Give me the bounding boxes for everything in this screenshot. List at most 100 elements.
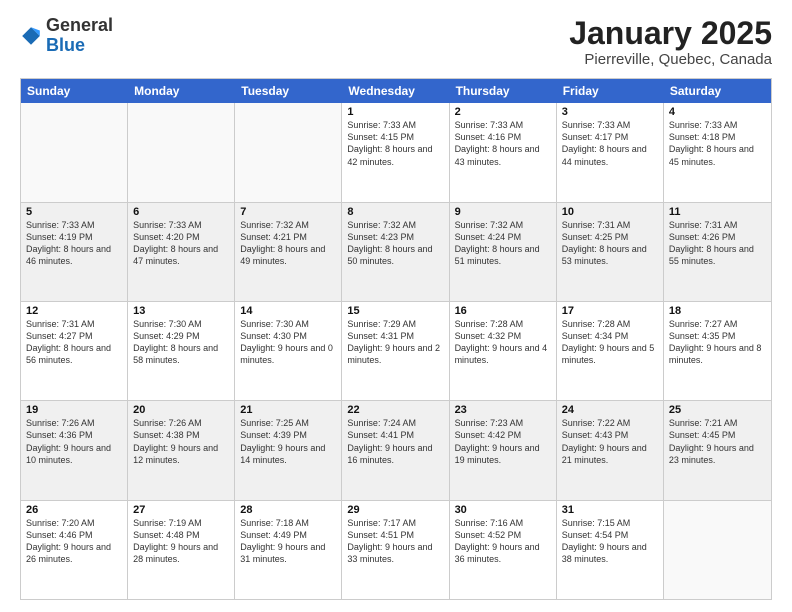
calendar-cell: 11Sunrise: 7:31 AM Sunset: 4:26 PM Dayli… [664,203,771,301]
calendar-row: 26Sunrise: 7:20 AM Sunset: 4:46 PM Dayli… [21,501,771,599]
day-number: 5 [26,206,122,218]
logo-blue: Blue [46,35,85,55]
day-number: 19 [26,404,122,416]
calendar-row: 19Sunrise: 7:26 AM Sunset: 4:36 PM Dayli… [21,401,771,500]
day-number: 25 [669,404,766,416]
day-number: 29 [347,504,443,516]
day-info: Sunrise: 7:31 AM Sunset: 4:27 PM Dayligh… [26,318,122,367]
day-info: Sunrise: 7:27 AM Sunset: 4:35 PM Dayligh… [669,318,766,367]
cal-header-cell: Sunday [21,79,128,103]
day-number: 16 [455,305,551,317]
day-info: Sunrise: 7:32 AM Sunset: 4:24 PM Dayligh… [455,219,551,268]
calendar-body: 1Sunrise: 7:33 AM Sunset: 4:15 PM Daylig… [21,103,771,599]
day-info: Sunrise: 7:23 AM Sunset: 4:42 PM Dayligh… [455,417,551,466]
calendar-cell: 3Sunrise: 7:33 AM Sunset: 4:17 PM Daylig… [557,103,664,201]
calendar-cell: 15Sunrise: 7:29 AM Sunset: 4:31 PM Dayli… [342,302,449,400]
page-subtitle: Pierreville, Quebec, Canada [569,51,772,68]
day-info: Sunrise: 7:28 AM Sunset: 4:34 PM Dayligh… [562,318,658,367]
calendar: SundayMondayTuesdayWednesdayThursdayFrid… [20,78,772,600]
day-info: Sunrise: 7:17 AM Sunset: 4:51 PM Dayligh… [347,517,443,566]
day-info: Sunrise: 7:31 AM Sunset: 4:26 PM Dayligh… [669,219,766,268]
page-title: January 2025 [569,16,772,51]
day-number: 23 [455,404,551,416]
day-number: 14 [240,305,336,317]
logo-general: General [46,15,113,35]
day-info: Sunrise: 7:33 AM Sunset: 4:16 PM Dayligh… [455,119,551,168]
day-number: 21 [240,404,336,416]
cal-header-cell: Monday [128,79,235,103]
calendar-row: 1Sunrise: 7:33 AM Sunset: 4:15 PM Daylig… [21,103,771,202]
day-number: 1 [347,106,443,118]
calendar-cell: 18Sunrise: 7:27 AM Sunset: 4:35 PM Dayli… [664,302,771,400]
page: General Blue January 2025 Pierreville, Q… [0,0,792,612]
day-number: 8 [347,206,443,218]
cal-header-cell: Saturday [664,79,771,103]
day-info: Sunrise: 7:33 AM Sunset: 4:20 PM Dayligh… [133,219,229,268]
day-number: 26 [26,504,122,516]
calendar-cell: 23Sunrise: 7:23 AM Sunset: 4:42 PM Dayli… [450,401,557,499]
day-number: 22 [347,404,443,416]
day-number: 6 [133,206,229,218]
calendar-cell: 1Sunrise: 7:33 AM Sunset: 4:15 PM Daylig… [342,103,449,201]
day-info: Sunrise: 7:32 AM Sunset: 4:23 PM Dayligh… [347,219,443,268]
day-info: Sunrise: 7:21 AM Sunset: 4:45 PM Dayligh… [669,417,766,466]
calendar-cell: 7Sunrise: 7:32 AM Sunset: 4:21 PM Daylig… [235,203,342,301]
calendar-cell [235,103,342,201]
day-number: 28 [240,504,336,516]
day-info: Sunrise: 7:16 AM Sunset: 4:52 PM Dayligh… [455,517,551,566]
calendar-cell: 8Sunrise: 7:32 AM Sunset: 4:23 PM Daylig… [342,203,449,301]
day-number: 9 [455,206,551,218]
day-info: Sunrise: 7:29 AM Sunset: 4:31 PM Dayligh… [347,318,443,367]
calendar-cell: 9Sunrise: 7:32 AM Sunset: 4:24 PM Daylig… [450,203,557,301]
calendar-row: 12Sunrise: 7:31 AM Sunset: 4:27 PM Dayli… [21,302,771,401]
day-info: Sunrise: 7:33 AM Sunset: 4:18 PM Dayligh… [669,119,766,168]
calendar-row: 5Sunrise: 7:33 AM Sunset: 4:19 PM Daylig… [21,203,771,302]
day-number: 2 [455,106,551,118]
calendar-cell [664,501,771,599]
calendar-cell: 21Sunrise: 7:25 AM Sunset: 4:39 PM Dayli… [235,401,342,499]
day-number: 10 [562,206,658,218]
calendar-cell: 26Sunrise: 7:20 AM Sunset: 4:46 PM Dayli… [21,501,128,599]
day-info: Sunrise: 7:28 AM Sunset: 4:32 PM Dayligh… [455,318,551,367]
calendar-cell: 20Sunrise: 7:26 AM Sunset: 4:38 PM Dayli… [128,401,235,499]
cal-header-cell: Friday [557,79,664,103]
day-info: Sunrise: 7:26 AM Sunset: 4:38 PM Dayligh… [133,417,229,466]
day-number: 24 [562,404,658,416]
logo-text: General Blue [46,16,113,56]
calendar-cell: 14Sunrise: 7:30 AM Sunset: 4:30 PM Dayli… [235,302,342,400]
day-number: 7 [240,206,336,218]
title-block: January 2025 Pierreville, Quebec, Canada [569,16,772,68]
cal-header-cell: Thursday [450,79,557,103]
day-info: Sunrise: 7:18 AM Sunset: 4:49 PM Dayligh… [240,517,336,566]
day-info: Sunrise: 7:33 AM Sunset: 4:19 PM Dayligh… [26,219,122,268]
calendar-cell: 10Sunrise: 7:31 AM Sunset: 4:25 PM Dayli… [557,203,664,301]
day-info: Sunrise: 7:15 AM Sunset: 4:54 PM Dayligh… [562,517,658,566]
calendar-cell: 2Sunrise: 7:33 AM Sunset: 4:16 PM Daylig… [450,103,557,201]
calendar-cell: 12Sunrise: 7:31 AM Sunset: 4:27 PM Dayli… [21,302,128,400]
calendar-cell: 24Sunrise: 7:22 AM Sunset: 4:43 PM Dayli… [557,401,664,499]
calendar-cell: 28Sunrise: 7:18 AM Sunset: 4:49 PM Dayli… [235,501,342,599]
header: General Blue January 2025 Pierreville, Q… [20,16,772,68]
day-number: 31 [562,504,658,516]
calendar-cell: 13Sunrise: 7:30 AM Sunset: 4:29 PM Dayli… [128,302,235,400]
day-info: Sunrise: 7:22 AM Sunset: 4:43 PM Dayligh… [562,417,658,466]
cal-header-cell: Tuesday [235,79,342,103]
calendar-cell: 30Sunrise: 7:16 AM Sunset: 4:52 PM Dayli… [450,501,557,599]
calendar-cell: 17Sunrise: 7:28 AM Sunset: 4:34 PM Dayli… [557,302,664,400]
logo-icon [20,25,42,47]
day-number: 30 [455,504,551,516]
calendar-cell: 5Sunrise: 7:33 AM Sunset: 4:19 PM Daylig… [21,203,128,301]
day-number: 13 [133,305,229,317]
calendar-cell: 4Sunrise: 7:33 AM Sunset: 4:18 PM Daylig… [664,103,771,201]
day-number: 17 [562,305,658,317]
calendar-cell [21,103,128,201]
calendar-cell: 16Sunrise: 7:28 AM Sunset: 4:32 PM Dayli… [450,302,557,400]
day-info: Sunrise: 7:32 AM Sunset: 4:21 PM Dayligh… [240,219,336,268]
calendar-cell: 27Sunrise: 7:19 AM Sunset: 4:48 PM Dayli… [128,501,235,599]
day-number: 11 [669,206,766,218]
day-number: 27 [133,504,229,516]
calendar-cell [128,103,235,201]
day-info: Sunrise: 7:25 AM Sunset: 4:39 PM Dayligh… [240,417,336,466]
day-info: Sunrise: 7:24 AM Sunset: 4:41 PM Dayligh… [347,417,443,466]
day-info: Sunrise: 7:33 AM Sunset: 4:15 PM Dayligh… [347,119,443,168]
